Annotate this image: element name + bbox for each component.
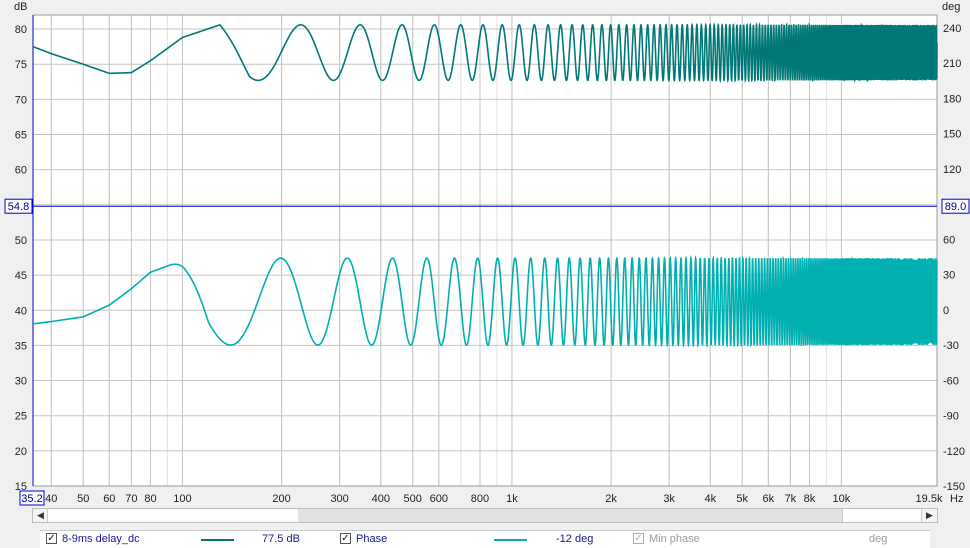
x-tick-label: 100 xyxy=(173,493,191,505)
x-tick-label: 500 xyxy=(404,493,422,505)
y-right-tick-label: 30 xyxy=(943,270,955,282)
y-left-tick-label: 40 xyxy=(15,305,27,317)
y-left-tick-label: 35 xyxy=(15,340,27,352)
series-2-label: Phase xyxy=(356,533,388,545)
frequency-response-chart[interactable]: 8075706560555045403530252015240210180150… xyxy=(0,0,970,506)
series-1-value: 77.5 dB xyxy=(262,533,300,545)
x-tick-label: 7k xyxy=(785,493,797,505)
y-left-axis-label: dB xyxy=(14,1,27,13)
series-1-label: 8-9ms delay_dc xyxy=(62,533,140,545)
series-1-swatch xyxy=(201,539,234,541)
x-tick-label: 8k xyxy=(804,493,816,505)
y-right-tick-label: 60 xyxy=(943,234,955,246)
x-tick-label: 6k xyxy=(763,493,775,505)
x-tick-label: 70 xyxy=(125,493,137,505)
x-axis-unit: Hz xyxy=(950,493,963,505)
x-tick-label: 40 xyxy=(45,493,57,505)
series-2-value: -12 deg xyxy=(556,533,594,545)
y-left-tick-label: 25 xyxy=(15,411,27,423)
x-start-label: 35.2 xyxy=(21,493,42,505)
scrollbar-thumb-right[interactable] xyxy=(842,509,905,522)
x-tick-label: 3k xyxy=(663,493,675,505)
x-tick-label: 80 xyxy=(144,493,156,505)
x-tick-label: 400 xyxy=(372,493,390,505)
y-right-tick-label: 0 xyxy=(943,305,949,317)
y-left-tick-label: 80 xyxy=(15,24,27,36)
series-2-checkbox[interactable]: ✓ xyxy=(340,533,351,544)
series-2-swatch xyxy=(494,539,527,541)
y-right-tick-label: 120 xyxy=(943,164,961,176)
y-left-tick-label: 45 xyxy=(15,270,27,282)
min-phase-label: Min phase xyxy=(649,533,700,545)
scrollbar-track[interactable] xyxy=(47,509,923,522)
cursor-right-label: 89.0 xyxy=(945,201,966,213)
y-left-tick-label: 20 xyxy=(15,446,27,458)
y-right-tick-label: 150 xyxy=(943,129,961,141)
x-tick-label: 600 xyxy=(430,493,448,505)
x-tick-label: 300 xyxy=(330,493,348,505)
y-right-tick-label: 210 xyxy=(943,58,961,70)
y-right-tick-label: 180 xyxy=(943,93,961,105)
y-right-tick-label: -150 xyxy=(943,481,965,493)
y-right-tick-label: -120 xyxy=(943,446,965,458)
y-right-tick-label: -90 xyxy=(943,411,959,423)
y-left-tick-label: 75 xyxy=(15,59,27,71)
x-tick-label: 2k xyxy=(605,493,617,505)
x-end-tick-label: 19.5k xyxy=(916,493,943,505)
scrollbar-thumb[interactable] xyxy=(48,509,298,522)
x-tick-label: 50 xyxy=(77,493,89,505)
x-tick-label: 4k xyxy=(704,493,716,505)
y-right-tick-label: 240 xyxy=(943,23,961,35)
y-right-tick-label: -30 xyxy=(943,340,959,352)
legend-bar: ✓ 8-9ms delay_dc 77.5 dB ✓ Phase -12 deg… xyxy=(40,530,930,548)
x-tick-label: 200 xyxy=(272,493,290,505)
cursor-left-label: 54.8 xyxy=(8,201,29,213)
series-1-checkbox[interactable]: ✓ xyxy=(46,533,57,544)
y-left-tick-label: 50 xyxy=(15,235,27,247)
x-tick-label: 1k xyxy=(506,493,518,505)
x-tick-label: 60 xyxy=(103,493,115,505)
y-left-tick-label: 70 xyxy=(15,94,27,106)
min-phase-value: deg xyxy=(869,533,888,545)
y-right-axis-label: deg xyxy=(942,1,960,13)
y-left-tick-label: 65 xyxy=(15,130,27,142)
x-tick-label: 800 xyxy=(471,493,489,505)
y-left-tick-label: 60 xyxy=(15,165,27,177)
y-left-tick-label: 30 xyxy=(15,376,27,388)
x-tick-label: 5k xyxy=(736,493,748,505)
scrollbar-gap xyxy=(298,509,842,522)
y-right-tick-label: -60 xyxy=(943,375,959,387)
scroll-right-arrow-icon[interactable]: ▶ xyxy=(921,509,937,522)
x-tick-label: 10k xyxy=(833,493,851,505)
horizontal-scrollbar[interactable]: ◀ ▶ xyxy=(32,508,938,523)
min-phase-checkbox[interactable]: ✓ xyxy=(633,533,644,544)
